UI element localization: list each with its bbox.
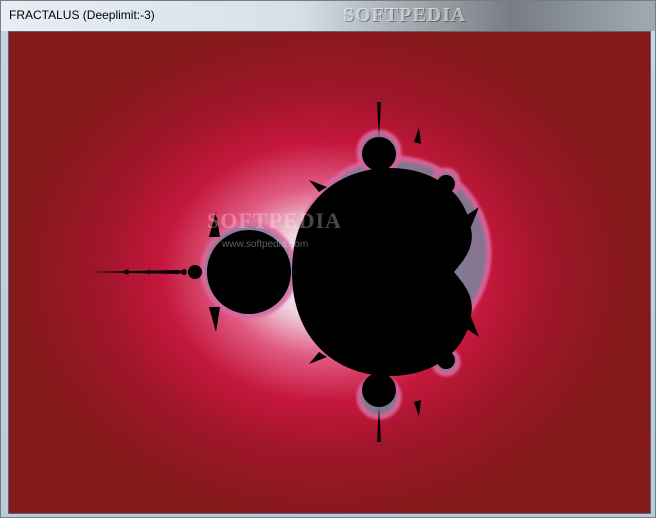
- watermark-url: www.softpedia.com: [222, 239, 309, 250]
- fractal-body: [89, 102, 479, 442]
- bottom-bulb: [362, 373, 396, 407]
- left-antenna: [89, 270, 179, 274]
- watermark-top: SOFTPEDIA: [343, 4, 467, 26]
- small-left-bulb: [188, 265, 202, 279]
- app-window: FRACTALUS (Deeplimit:-3) SOFTPEDIA SOFTP…: [0, 0, 656, 518]
- upper-right-bulb: [437, 175, 455, 193]
- fractal-canvas[interactable]: SOFTPEDIA www.softpedia.com: [8, 31, 651, 514]
- main-cardioid: [292, 167, 472, 377]
- top-bulb: [362, 137, 396, 171]
- mandelbrot-set: [89, 102, 492, 442]
- watermark-center: SOFTPEDIA: [207, 208, 342, 233]
- title-bar[interactable]: FRACTALUS (Deeplimit:-3) SOFTPEDIA: [1, 1, 655, 31]
- window-title: FRACTALUS (Deeplimit:-3): [9, 8, 155, 22]
- lower-right-bulb: [437, 351, 455, 369]
